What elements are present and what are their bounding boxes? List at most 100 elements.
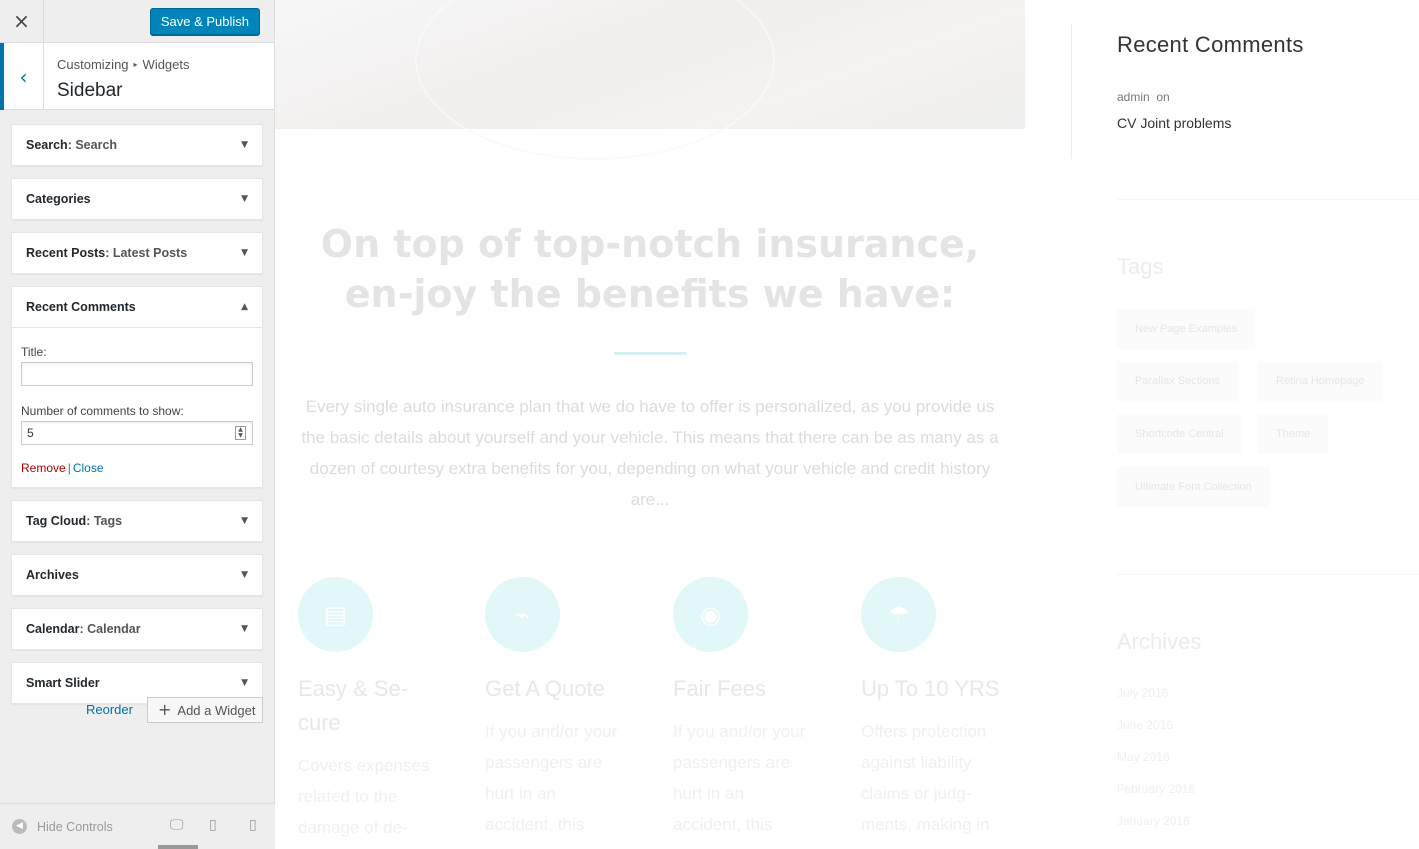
widget-list: Search: Search ▼ Categories ▼ Recent Posts… [11, 124, 263, 716]
feature-text: Covers expenses related to the damage of… [298, 756, 430, 837]
widget-form: Title: Number of comments to show: 5 ▲ ▼ R… [12, 327, 262, 487]
add-widget-button[interactable]: + Add a Widget [147, 697, 263, 723]
remove-link[interactable]: Remove [21, 461, 66, 475]
widget-title: Tag Cloud [26, 514, 87, 528]
archive-link[interactable]: June 2016 [1117, 718, 1173, 732]
widget-title: Calendar [26, 622, 80, 636]
expand-arrow-icon[interactable]: ▼ [241, 233, 248, 273]
tag-link[interactable]: Theme [1258, 414, 1329, 454]
feature-title: Up To 10 YRS [861, 676, 1000, 701]
feature-text: Offers protection against liability clai… [861, 722, 990, 834]
breadcrumb-root: Customizing [57, 57, 129, 72]
widget-actions: Remove | Close [21, 461, 253, 475]
widget-subtitle: : Calendar [79, 622, 141, 636]
sidebar-border [1071, 24, 1072, 159]
expand-arrow-icon[interactable]: ▼ [241, 609, 248, 649]
widget-toolbar: Reorder + Add a Widget [11, 697, 263, 723]
plus-icon: + [158, 700, 172, 719]
widget-subtitle: : Latest Posts [105, 246, 188, 260]
feature-text: If you and/or your passengers are hurt i… [485, 722, 618, 834]
expand-arrow-icon[interactable]: ▼ [241, 179, 248, 219]
document-icon: ▤ [298, 577, 373, 652]
hide-controls-button[interactable]: ◀ Hide Controls [12, 819, 113, 834]
back-arrow-icon[interactable]: ‹ [0, 43, 44, 110]
archives-heading: Archives [1117, 629, 1202, 654]
widget-categories[interactable]: Categories ▼ [11, 178, 263, 220]
customizer-panel: × Save & Publish ‹ Customizing ▸ Widgets S… [0, 0, 275, 849]
feature-title: Easy & Se-cure [298, 676, 409, 735]
widget-subtitle: : Search [67, 138, 118, 152]
widget-title: Categories [26, 192, 91, 206]
archive-link[interactable]: January 2016 [1117, 814, 1190, 828]
close-link[interactable]: Close [73, 461, 104, 475]
widget-recent-posts[interactable]: Recent Posts: Latest Posts ▼ [11, 232, 263, 274]
umbrella-icon: ☂ [861, 577, 936, 652]
comment-count-input[interactable]: 5 ▲ ▼ [21, 421, 253, 445]
widget-recent-comments[interactable]: Recent Comments ▲ Title: Number of commen… [11, 286, 263, 488]
widget-title: Recent Posts [26, 246, 106, 260]
hide-controls-label: Hide Controls [37, 819, 113, 834]
widget-header[interactable]: Archives ▼ [12, 555, 262, 595]
spinner-arrows-icon[interactable]: ▲ ▼ [235, 426, 246, 440]
divider [1117, 574, 1419, 575]
tablet-preview-icon[interactable]: ▯ [209, 817, 217, 833]
widget-header[interactable]: Categories ▼ [12, 179, 262, 219]
title-input[interactable] [21, 362, 253, 386]
feature-card: ☂ Up To 10 YRS Offers protection against… [861, 577, 1001, 840]
widget-title: Recent Comments [26, 300, 136, 314]
mobile-preview-icon[interactable]: ▯ [249, 817, 257, 833]
tag-link[interactable]: New Page Examples [1117, 309, 1256, 349]
feature-card: ⌁ Get A Quote If you and/or your passeng… [485, 577, 625, 840]
add-widget-label: Add a Widget [177, 703, 256, 718]
collapse-icon: ◀ [12, 819, 27, 834]
tag-link[interactable]: Retina Homepage [1258, 361, 1383, 401]
widget-title: Archives [26, 568, 79, 582]
count-label: Number of comments to show: [21, 404, 184, 418]
page-headline: On top of top-notch insurance, en-joy th… [320, 222, 980, 316]
expand-arrow-icon[interactable]: ▼ [241, 501, 248, 541]
expand-arrow-icon[interactable]: ▼ [241, 125, 248, 165]
widget-calendar[interactable]: Calendar: Calendar ▼ [11, 608, 263, 650]
widget-title: Smart Slider [26, 676, 100, 690]
separator: | [67, 461, 71, 475]
widget-search[interactable]: Search: Search ▼ [11, 124, 263, 166]
widget-header[interactable]: Recent Comments ▲ [12, 287, 262, 327]
tag-link[interactable]: Shortcode Central [1117, 414, 1242, 454]
comment-meta: admin on [1117, 90, 1170, 104]
section-title: Sidebar [57, 80, 123, 101]
close-icon[interactable]: × [0, 0, 44, 42]
customizer-header: × Save & Publish [0, 0, 274, 43]
site-preview: On top of top-notch insurance, en-joy th… [275, 0, 1419, 849]
tag-link[interactable]: Ultimate Font Collection [1117, 467, 1270, 507]
customizer-footer: ◀ Hide Controls 🖵 ▯ ▯ [0, 803, 275, 849]
breadcrumb-separator-icon: ▸ [133, 60, 138, 69]
collapse-arrow-icon[interactable]: ▲ [241, 287, 248, 327]
archive-link[interactable]: July 2016 [1117, 686, 1168, 700]
archive-link[interactable]: May 2016 [1117, 750, 1170, 764]
widget-archives[interactable]: Archives ▼ [11, 554, 263, 596]
divider [614, 352, 686, 355]
reorder-link[interactable]: Reorder [86, 702, 133, 717]
feature-title: Get A Quote [485, 676, 605, 701]
widget-header[interactable]: Calendar: Calendar ▼ [12, 609, 262, 649]
tag-link[interactable]: Parallax Sections [1117, 361, 1238, 401]
widget-subtitle: : Tags [86, 514, 123, 528]
content-column: On top of top-notch insurance, en-joy th… [275, 129, 1025, 849]
comment-author[interactable]: admin [1117, 90, 1150, 104]
feature-text: If you and/or your passengers are hurt i… [673, 722, 806, 834]
widget-header[interactable]: Tag Cloud: Tags ▼ [12, 501, 262, 541]
expand-arrow-icon[interactable]: ▼ [241, 555, 248, 595]
widget-header[interactable]: Recent Posts: Latest Posts ▼ [12, 233, 262, 273]
save-publish-button[interactable]: Save & Publish [149, 8, 260, 35]
archive-link[interactable]: February 2016 [1117, 782, 1195, 796]
widget-title: Search [26, 138, 68, 152]
desktop-preview-icon[interactable]: 🖵 [170, 817, 184, 833]
widget-header[interactable]: Search: Search ▼ [12, 125, 262, 165]
divider [1117, 199, 1419, 200]
widget-tag-cloud[interactable]: Tag Cloud: Tags ▼ [11, 500, 263, 542]
comment-count-value: 5 [27, 426, 34, 440]
preview-sidebar: Recent Comments admin on CV Joint proble… [1071, 24, 1419, 849]
comment-post-link[interactable]: CV Joint problems [1117, 115, 1231, 131]
hero-image [275, 0, 1025, 160]
pulse-icon: ⌁ [485, 577, 560, 652]
